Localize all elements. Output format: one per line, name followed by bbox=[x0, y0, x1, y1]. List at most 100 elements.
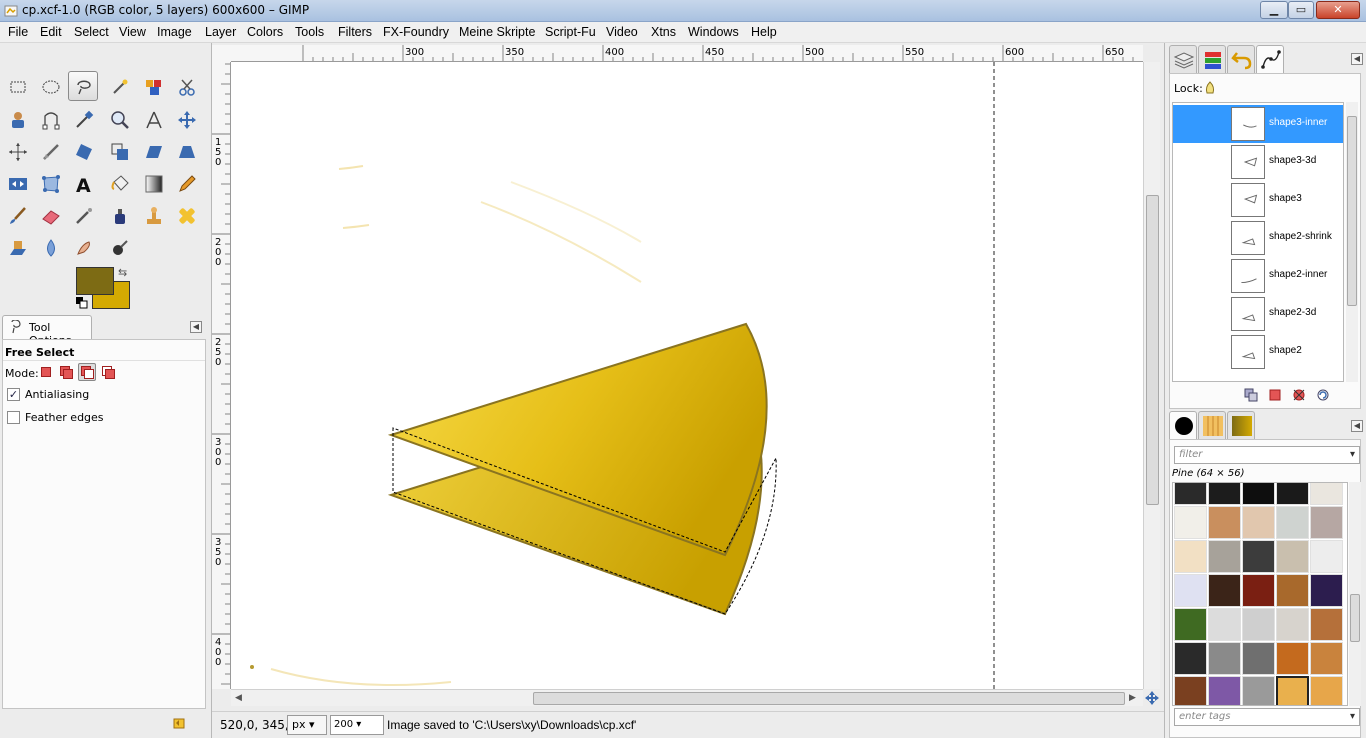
layer-row[interactable]: shape2-inner bbox=[1173, 257, 1343, 295]
vertical-scrollbar-thumb[interactable] bbox=[1146, 195, 1159, 505]
pattern-swatch[interactable] bbox=[1208, 540, 1241, 573]
menu-view[interactable]: View bbox=[119, 25, 146, 39]
tags-input[interactable]: enter tags ▾ bbox=[1174, 708, 1360, 726]
select-by-color-tool[interactable] bbox=[138, 71, 168, 101]
pattern-swatch[interactable] bbox=[1276, 506, 1309, 539]
layer-row[interactable]: shape3 bbox=[1173, 181, 1343, 219]
tab-gradients[interactable] bbox=[1227, 411, 1255, 439]
pattern-filter-input[interactable]: filter ▾ bbox=[1174, 446, 1360, 464]
pattern-swatch[interactable] bbox=[1310, 608, 1343, 641]
lock-alpha-icon[interactable] bbox=[1204, 80, 1216, 94]
pattern-swatch[interactable] bbox=[1208, 574, 1241, 607]
flip-tool[interactable] bbox=[2, 168, 32, 198]
blend-tool[interactable] bbox=[138, 168, 168, 198]
rect-select-tool[interactable] bbox=[2, 71, 32, 101]
image-canvas[interactable] bbox=[231, 62, 1143, 689]
antialiasing-checkbox[interactable]: ✓ bbox=[7, 388, 20, 401]
menu-help[interactable]: Help bbox=[751, 25, 777, 39]
menu-windows[interactable]: Windows bbox=[688, 25, 739, 39]
merge-layer-icon[interactable] bbox=[1292, 388, 1306, 402]
pattern-swatch[interactable] bbox=[1276, 676, 1309, 705]
layer-list-scrollbar[interactable] bbox=[1346, 102, 1358, 382]
layer-row[interactable]: shape3-3d bbox=[1173, 143, 1343, 181]
pattern-swatch[interactable] bbox=[1174, 540, 1207, 573]
zoom-select[interactable]: 200 ▾ bbox=[330, 715, 384, 735]
pattern-swatch[interactable] bbox=[1242, 483, 1275, 505]
tab-tool-options[interactable]: Tool Options bbox=[2, 315, 92, 347]
pattern-swatch[interactable] bbox=[1310, 540, 1343, 573]
mode-intersect-button[interactable] bbox=[99, 363, 117, 381]
layer-row[interactable]: shape2-3d bbox=[1173, 295, 1343, 333]
pencil-tool[interactable] bbox=[171, 168, 201, 198]
move-tool[interactable] bbox=[171, 104, 201, 134]
tool-options-menu-button[interactable]: ◀ bbox=[190, 321, 202, 333]
close-button[interactable]: ✕ bbox=[1316, 1, 1360, 19]
scissors-tool[interactable] bbox=[171, 71, 201, 101]
rotate-tool[interactable] bbox=[68, 136, 98, 166]
pattern-swatch[interactable] bbox=[1310, 676, 1343, 705]
menu-file[interactable]: File bbox=[8, 25, 28, 39]
zoom-tool[interactable] bbox=[104, 104, 134, 134]
pattern-swatch[interactable] bbox=[1276, 642, 1309, 675]
ruler-corner[interactable] bbox=[212, 45, 231, 62]
menu-image[interactable]: Image bbox=[157, 25, 192, 39]
vertical-ruler[interactable]: 150200250300350400 bbox=[212, 62, 231, 689]
menu-filters[interactable]: Filters bbox=[338, 25, 372, 39]
menu-video[interactable]: Video bbox=[606, 25, 638, 39]
foreground-select-tool[interactable] bbox=[2, 104, 32, 134]
tab-paths[interactable] bbox=[1256, 45, 1284, 75]
pattern-swatch[interactable] bbox=[1208, 506, 1241, 539]
smudge-tool[interactable] bbox=[68, 232, 98, 262]
layers-dock-menu-button[interactable]: ◀ bbox=[1351, 53, 1363, 65]
paths-tool[interactable] bbox=[35, 104, 65, 134]
shear-tool[interactable] bbox=[138, 136, 168, 166]
pattern-swatch[interactable] bbox=[1242, 506, 1275, 539]
layer-row[interactable]: shape2 bbox=[1173, 333, 1343, 371]
pattern-swatch[interactable] bbox=[1242, 676, 1275, 705]
color-picker-tool[interactable] bbox=[68, 104, 98, 134]
menu-colors[interactable]: Colors bbox=[247, 25, 283, 39]
scroll-right-arrow[interactable]: ▶ bbox=[1129, 693, 1136, 703]
anchor-layer-icon[interactable] bbox=[1268, 388, 1282, 402]
swap-colors-icon[interactable]: ⇆ bbox=[118, 267, 130, 279]
tab-undo-history[interactable] bbox=[1227, 45, 1255, 73]
free-select-tool[interactable] bbox=[68, 71, 98, 101]
reset-colors-icon[interactable] bbox=[76, 297, 88, 309]
menu-edit[interactable]: Edit bbox=[40, 25, 62, 39]
layer-name[interactable]: shape3-3d bbox=[1269, 155, 1316, 166]
text-tool[interactable]: A bbox=[68, 168, 98, 198]
unit-select[interactable]: px ▾ bbox=[287, 715, 327, 735]
layer-row[interactable]: shape3-inner bbox=[1173, 105, 1343, 143]
pattern-swatch[interactable] bbox=[1174, 608, 1207, 641]
pattern-swatch[interactable] bbox=[1208, 483, 1241, 505]
pattern-swatch[interactable] bbox=[1310, 642, 1343, 675]
menu-xtns[interactable]: Xtns bbox=[651, 25, 676, 39]
layer-list-scrollbar-thumb[interactable] bbox=[1347, 116, 1357, 306]
tab-brushes[interactable] bbox=[1169, 411, 1197, 441]
restore-defaults-icon[interactable] bbox=[172, 716, 186, 730]
horizontal-scrollbar-thumb[interactable] bbox=[533, 692, 1125, 705]
minimize-button[interactable]: ▁ bbox=[1260, 1, 1288, 19]
horizontal-ruler[interactable]: 300 350 400 450 500 550 600 650 bbox=[231, 45, 1143, 62]
pattern-swatch[interactable] bbox=[1242, 574, 1275, 607]
airbrush-tool[interactable] bbox=[68, 200, 98, 230]
pattern-swatch[interactable] bbox=[1242, 540, 1275, 573]
patterns-dock-menu-button[interactable]: ◀ bbox=[1351, 420, 1363, 432]
pattern-swatch[interactable] bbox=[1208, 642, 1241, 675]
tab-patterns[interactable] bbox=[1198, 411, 1226, 439]
scroll-left-arrow[interactable]: ◀ bbox=[235, 693, 242, 703]
perspective-tool[interactable] bbox=[171, 136, 201, 166]
layer-name[interactable]: shape3-inner bbox=[1269, 117, 1327, 128]
horizontal-scrollbar[interactable]: ◀ ▶ bbox=[231, 689, 1143, 706]
pattern-swatch[interactable] bbox=[1174, 506, 1207, 539]
feather-edges-checkbox[interactable] bbox=[7, 411, 20, 424]
navigate-icon[interactable] bbox=[1145, 691, 1159, 705]
menu-fx-foundry[interactable]: FX-Foundry bbox=[383, 25, 449, 39]
layer-name[interactable]: shape2-shrink bbox=[1269, 231, 1332, 242]
layer-name[interactable]: shape3 bbox=[1269, 193, 1302, 204]
menu-select[interactable]: Select bbox=[74, 25, 109, 39]
layer-row[interactable]: shape2-shrink bbox=[1173, 219, 1343, 257]
pattern-swatch[interactable] bbox=[1174, 574, 1207, 607]
mode-add-button[interactable] bbox=[57, 363, 75, 381]
clone-tool[interactable] bbox=[138, 200, 168, 230]
